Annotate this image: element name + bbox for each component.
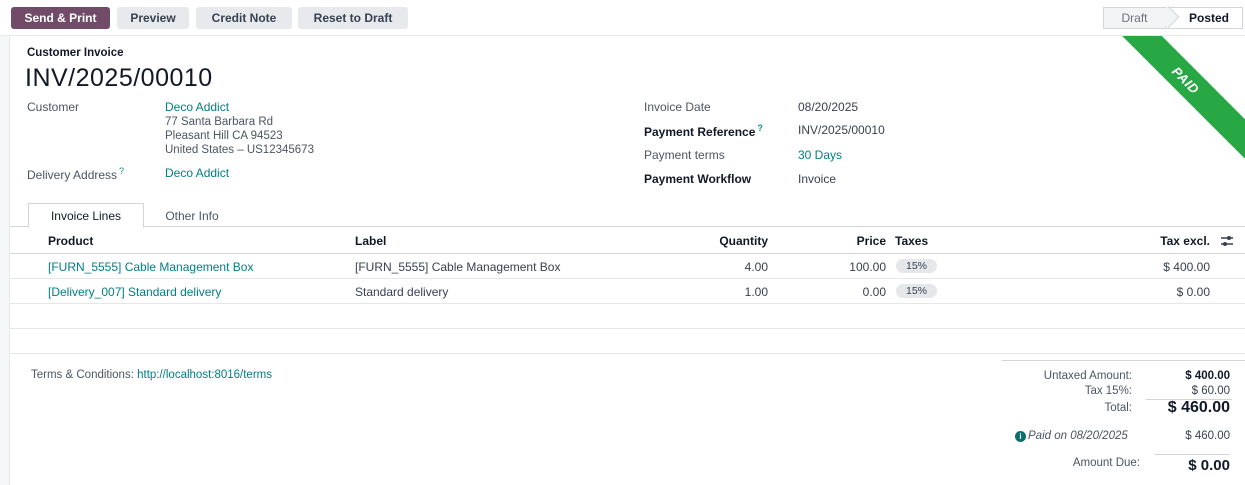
totals-top-divider <box>1002 360 1245 361</box>
customer-label: Customer <box>27 100 80 114</box>
amount-due-value: $ 0.00 <box>1188 457 1230 474</box>
address-line-2: Pleasant Hill CA 94523 <box>165 130 283 142</box>
status-step-draft[interactable]: Draft <box>1103 7 1165 29</box>
column-product[interactable]: Product <box>48 234 93 248</box>
preview-button[interactable]: Preview <box>117 7 189 29</box>
send-print-button[interactable]: Send & Print <box>11 7 110 29</box>
line-product[interactable]: [FURN_5555] Cable Management Box <box>48 260 253 274</box>
credit-note-button[interactable]: Credit Note <box>196 7 292 29</box>
terms-label: Terms & Conditions: <box>31 369 134 381</box>
tab-other-info[interactable]: Other Info <box>144 203 240 228</box>
address-line-1: 77 Santa Barbara Rd <box>165 116 274 128</box>
tax-badge[interactable]: 15% <box>896 284 938 298</box>
table-row[interactable]: [Delivery_007] Standard delivery Standar… <box>10 279 1245 304</box>
tax-value: $ 60.00 <box>1191 385 1230 397</box>
untaxed-amount-label: Untaxed Amount: <box>1043 370 1132 382</box>
column-taxes[interactable]: Taxes <box>895 234 928 248</box>
payment-terms-label: Payment terms <box>644 148 725 162</box>
line-label[interactable]: [FURN_5555] Cable Management Box <box>355 260 560 274</box>
help-icon[interactable]: ? <box>119 166 124 176</box>
invoice-date-label: Invoice Date <box>644 100 711 114</box>
total-label: Total: <box>1104 402 1133 414</box>
payment-reference-label-text: Payment Reference <box>644 125 756 139</box>
tax-badge[interactable]: 15% <box>896 259 938 273</box>
empty-row <box>10 329 1245 354</box>
payment-reference-field[interactable]: INV/2025/00010 <box>798 123 885 137</box>
paid-value: $ 460.00 <box>1185 430 1230 442</box>
column-price[interactable]: Price <box>830 234 886 248</box>
terms-link[interactable]: http://localhost:8016/terms <box>137 369 272 381</box>
table-row[interactable]: [FURN_5555] Cable Management Box [FURN_5… <box>10 254 1245 279</box>
settings-sliders-icon[interactable] <box>1220 235 1234 247</box>
line-quantity[interactable]: 1.00 <box>710 285 768 299</box>
lines-table-header: Product Label Quantity Price Taxes Tax e… <box>10 228 1245 254</box>
delivery-address-link[interactable]: Deco Addict <box>165 166 229 180</box>
column-label[interactable]: Label <box>355 234 386 248</box>
delivery-address-label: Delivery Address? <box>27 166 124 182</box>
invoice-number: INV/2025/00010 <box>25 64 213 92</box>
delivery-address-label-text: Delivery Address <box>27 168 118 182</box>
line-product[interactable]: [Delivery_007] Standard delivery <box>48 285 221 299</box>
invoice-date-field[interactable]: 08/20/2025 <box>798 100 858 114</box>
document-type: Customer Invoice <box>27 47 124 59</box>
notebook-tabs: Invoice Lines Other Info <box>10 202 1245 228</box>
empty-row <box>10 304 1245 329</box>
column-quantity[interactable]: Quantity <box>710 234 768 248</box>
terms-conditions: Terms & Conditions: http://localhost:801… <box>31 369 272 381</box>
column-tax-excl[interactable]: Tax excl. <box>1130 234 1210 248</box>
info-circle-icon[interactable]: i <box>1015 431 1026 442</box>
line-price[interactable]: 0.00 <box>830 285 886 299</box>
line-quantity[interactable]: 4.00 <box>710 260 768 274</box>
paid-ribbon: PAID <box>1101 36 1245 165</box>
amount-due-label: Amount Due: <box>1072 457 1140 469</box>
payment-workflow-label: Payment Workflow <box>644 172 752 186</box>
untaxed-amount-value: $ 400.00 <box>1185 370 1230 382</box>
line-price[interactable]: 100.00 <box>830 260 886 274</box>
address-line-3: United States – US12345673 <box>165 144 314 156</box>
total-value: $ 460.00 <box>1167 399 1230 416</box>
control-panel: Send & Print Preview Credit Note Reset t… <box>0 0 1245 36</box>
customer-link[interactable]: Deco Addict <box>165 100 229 114</box>
payment-reference-label: Payment Reference? <box>644 123 763 139</box>
line-label[interactable]: Standard delivery <box>355 285 448 299</box>
line-subtotal: $ 400.00 <box>1163 260 1210 274</box>
paid-on-label: Paid on 08/20/2025 <box>1028 430 1128 442</box>
status-bar: Draft Posted <box>1103 5 1243 29</box>
line-subtotal: $ 0.00 <box>1176 285 1210 299</box>
help-icon[interactable]: ? <box>757 123 763 133</box>
payment-terms-link[interactable]: 30 Days <box>798 148 842 162</box>
tab-invoice-lines[interactable]: Invoice Lines <box>28 203 144 228</box>
payment-workflow-field[interactable]: Invoice <box>798 172 836 186</box>
form-sheet: PAID Customer Invoice INV/2025/00010 Cus… <box>9 36 1245 485</box>
reset-to-draft-button[interactable]: Reset to Draft <box>298 7 408 29</box>
tax-label: Tax 15%: <box>1084 385 1132 397</box>
amount-due-divider <box>1155 454 1230 455</box>
